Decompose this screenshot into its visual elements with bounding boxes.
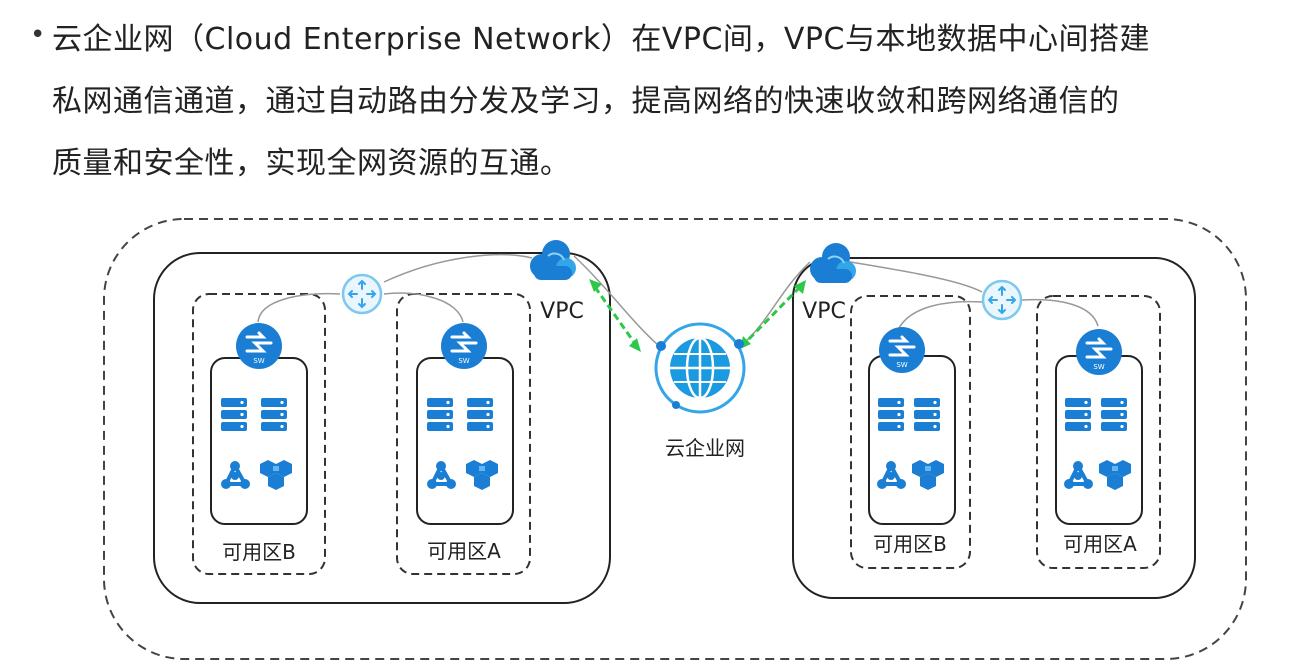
server-icon (878, 398, 904, 431)
left-zone-b-rack (210, 357, 308, 525)
center-cen-label: 云企业网 (665, 436, 745, 460)
right-zone-b-switch-icon (877, 325, 927, 375)
left-zone-b-switch-icon (234, 321, 284, 371)
cen-diagram: SW (103, 218, 1247, 660)
server-icon (914, 398, 940, 431)
server-icon (1101, 398, 1127, 431)
right-vpc-label: VPC (802, 299, 846, 324)
right-router-icon (981, 279, 1023, 321)
server-icon (1065, 398, 1091, 431)
server-icon (221, 398, 247, 431)
right-zone-a-rack (1055, 355, 1143, 525)
right-zone-b-rack (868, 355, 956, 525)
right-zone-a-switch-icon (1074, 327, 1124, 377)
right-cloud-vpc-icon (809, 242, 857, 284)
left-router-icon (341, 273, 383, 315)
left-zone-a-switch-icon (439, 321, 489, 371)
server-icon (261, 398, 287, 431)
left-zone-a-label: 可用区A (427, 539, 501, 563)
left-vpc-label: VPC (540, 299, 584, 324)
server-icon (467, 398, 493, 431)
left-cloud-vpc-icon (529, 239, 577, 281)
globe-icon (654, 322, 746, 414)
server-icon (427, 398, 453, 431)
left-zone-a-rack (416, 357, 514, 525)
right-zone-a-label: 可用区A (1063, 532, 1137, 556)
left-zone-b-label: 可用区B (222, 540, 296, 564)
right-zone-b-label: 可用区B (873, 532, 947, 556)
